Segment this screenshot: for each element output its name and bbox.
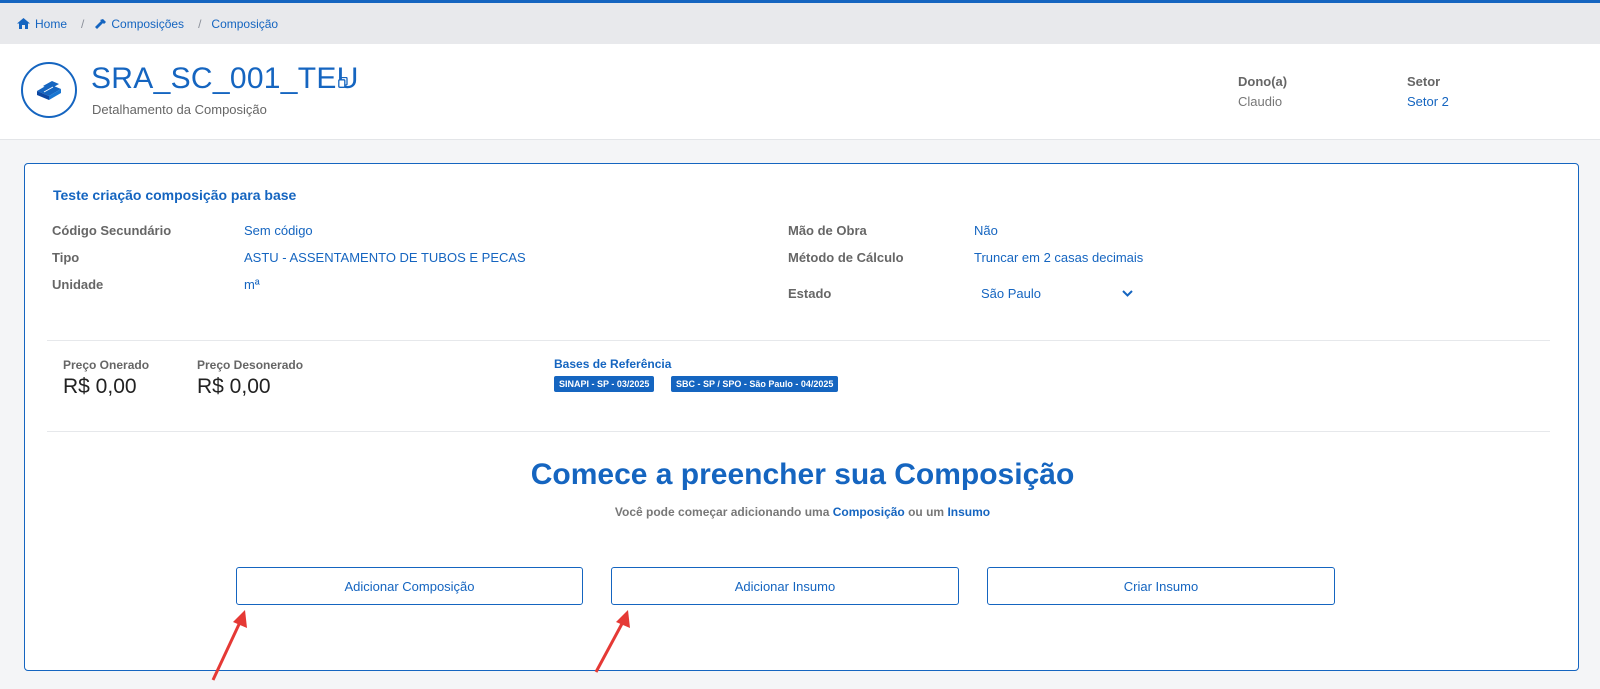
owner-label: Dono(a) bbox=[1238, 74, 1288, 89]
state-select[interactable]: São Paulo bbox=[977, 281, 1137, 305]
type-value: ASTU - ASSENTAMENTO DE TUBOS E PECAS bbox=[244, 250, 526, 265]
price-desonerado-label: Preço Desonerado bbox=[197, 358, 304, 372]
hammer-icon bbox=[95, 18, 107, 29]
annotation-arrow bbox=[211, 610, 247, 681]
empty-state-sub-prefix: Você pode começar adicionando uma bbox=[614, 505, 830, 519]
add-composition-button[interactable]: Adicionar Composição bbox=[236, 567, 583, 605]
state-label: Estado bbox=[788, 286, 832, 301]
page-title: SRA_SC_001_TEU bbox=[91, 62, 359, 95]
price-onerado-value: R$ 0,00 bbox=[63, 375, 137, 398]
empty-state-title: Comece a preencher sua Composição bbox=[530, 458, 1075, 491]
composition-name: Teste criação composição para base bbox=[53, 187, 297, 203]
page-header: SRA_SC_001_TEU Detalhamento da Composiçã… bbox=[0, 44, 1600, 140]
secondary-code-label: Código Secundário bbox=[52, 223, 172, 238]
empty-state-subtitle: Você pode começar adicionando uma Compos… bbox=[25, 505, 1580, 519]
chevron-down-icon bbox=[1122, 289, 1133, 297]
state-select-value: São Paulo bbox=[981, 285, 1041, 301]
calc-method-value: Truncar em 2 casas decimais bbox=[974, 250, 1144, 265]
calc-method-label: Método de Cálculo bbox=[788, 250, 904, 265]
create-insumo-button[interactable]: Criar Insumo bbox=[987, 567, 1335, 605]
unit-value: mª bbox=[244, 277, 260, 292]
breadcrumb-home-label: Home bbox=[35, 16, 68, 31]
labor-label: Mão de Obra bbox=[788, 223, 867, 238]
composition-card: Teste criação composição para base Códig… bbox=[24, 163, 1579, 671]
divider bbox=[47, 431, 1550, 432]
breadcrumb-compositions-label: Composições bbox=[111, 16, 185, 31]
empty-state-sub-insumo: Insumo bbox=[947, 505, 991, 519]
breadcrumb-composition-label: Composição bbox=[211, 16, 279, 31]
type-label: Tipo bbox=[52, 250, 80, 265]
sector-value[interactable]: Setor 2 bbox=[1407, 94, 1449, 109]
secondary-code-value: Sem código bbox=[244, 223, 313, 238]
sector-label: Setor bbox=[1407, 74, 1441, 89]
brick-icon bbox=[37, 81, 61, 100]
empty-state-sub-composition: Composição bbox=[832, 505, 905, 519]
breadcrumb: Home / Composições / Composição bbox=[0, 3, 1600, 44]
labor-value: Não bbox=[974, 223, 998, 238]
reference-bases-label: Bases de Referência bbox=[554, 357, 672, 371]
annotation-arrow bbox=[594, 610, 630, 673]
price-desonerado-value: R$ 0,00 bbox=[197, 375, 271, 398]
home-icon bbox=[17, 18, 30, 29]
reference-base-badge: SBC - SP / SPO - São Paulo - 04/2025 bbox=[671, 376, 839, 392]
breadcrumb-compositions[interactable]: Composições bbox=[94, 17, 184, 31]
price-onerado-label: Preço Onerado bbox=[63, 358, 150, 372]
breadcrumb-composition[interactable]: Composição bbox=[211, 17, 278, 31]
empty-state-sub-middle: ou um bbox=[908, 505, 945, 519]
copy-icon[interactable] bbox=[338, 75, 348, 93]
divider bbox=[47, 340, 1550, 341]
breadcrumb-home[interactable]: Home bbox=[17, 17, 67, 31]
add-insumo-button[interactable]: Adicionar Insumo bbox=[611, 567, 959, 605]
reference-base-badge: SINAPI - SP - 03/2025 bbox=[554, 376, 655, 392]
page-subtitle: Detalhamento da Composição bbox=[92, 102, 267, 117]
composition-avatar bbox=[21, 62, 77, 118]
breadcrumb-separator: / bbox=[198, 16, 202, 31]
unit-label: Unidade bbox=[52, 277, 104, 292]
breadcrumb-separator: / bbox=[81, 16, 85, 31]
owner-value: Claudio bbox=[1238, 94, 1283, 109]
